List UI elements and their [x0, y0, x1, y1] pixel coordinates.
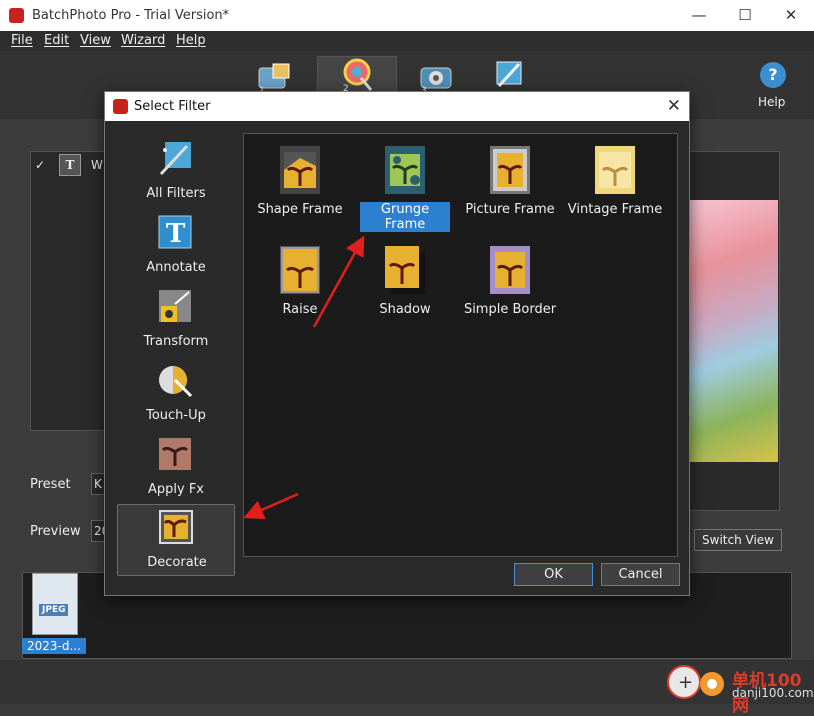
app-logo-icon [9, 8, 24, 23]
filter-grid: Shape Frame Grunge Frame Picture Frame V… [243, 133, 678, 557]
annotate-icon: T [158, 215, 192, 249]
filter-vintage-frame[interactable]: Vintage Frame [563, 140, 667, 228]
edit-photos-icon: 2 [343, 58, 373, 94]
category-annotate[interactable]: T Annotate [117, 210, 235, 282]
add-photos-icon: 1 [258, 63, 290, 96]
jpeg-badge: JPEG [39, 604, 69, 616]
category-label: All Filters [146, 186, 206, 201]
window-title: BatchPhoto Pro - Trial Version* [32, 8, 230, 23]
filter-grunge-frame[interactable]: Grunge Frame [353, 140, 457, 232]
shape-frame-icon [280, 146, 320, 194]
step-1-add-photos-button[interactable]: 1 [255, 60, 295, 96]
category-label: Annotate [146, 260, 206, 275]
filter-label: Raise [282, 302, 318, 317]
category-decorate[interactable]: Decorate [117, 504, 235, 576]
category-touch-up[interactable]: Touch-Up [117, 358, 235, 430]
filter-simple-border[interactable]: Simple Border [458, 240, 562, 328]
filter-checkbox[interactable]: ✓ [35, 158, 45, 172]
step-4-process-button[interactable] [491, 58, 531, 92]
menu-edit[interactable]: Edit [44, 33, 69, 48]
filter-list-item[interactable]: W [91, 158, 103, 172]
filter-shape-frame[interactable]: Shape Frame [248, 140, 352, 228]
category-transform[interactable]: Transform [117, 284, 235, 356]
picture-frame-icon [490, 146, 530, 194]
title-bar: BatchPhoto Pro - Trial Version* — ☐ ✕ [0, 0, 814, 31]
vintage-frame-icon [595, 146, 635, 194]
minimize-button[interactable]: — [676, 0, 722, 31]
touch-up-icon [159, 366, 193, 398]
raise-icon [280, 246, 320, 294]
photo-thumbnail-label[interactable]: 2023-d... [22, 638, 86, 654]
help-label[interactable]: Help [758, 95, 785, 109]
filter-picture-frame[interactable]: Picture Frame [458, 140, 562, 228]
ok-button[interactable]: OK [514, 563, 593, 586]
cancel-button[interactable]: Cancel [601, 563, 680, 586]
menu-wizard[interactable]: Wizard [121, 33, 165, 48]
step-3-setup-button[interactable]: 3 [417, 60, 457, 96]
dialog-close-icon[interactable]: ✕ [667, 96, 681, 116]
menu-view[interactable]: View [80, 33, 111, 48]
dialog-app-icon [113, 99, 128, 114]
close-button[interactable]: ✕ [768, 0, 814, 31]
category-apply-fx[interactable]: Apply Fx [117, 432, 235, 504]
svg-text:T: T [166, 219, 186, 249]
filter-label: Shadow [379, 302, 431, 317]
preset-label: Preset [30, 477, 71, 492]
filter-raise[interactable]: Raise [248, 240, 352, 328]
filter-label: Picture Frame [465, 202, 555, 217]
filter-label: Shape Frame [257, 202, 343, 217]
transform-icon [159, 290, 191, 322]
menu-help[interactable]: Help [176, 33, 206, 48]
category-label: Apply Fx [147, 482, 204, 497]
filter-label-selected: Grunge Frame [360, 202, 450, 232]
all-filters-icon [159, 142, 191, 176]
step-2-edit-photos-button[interactable]: 2 [337, 58, 377, 94]
category-all-filters[interactable]: All Filters [117, 136, 235, 208]
annotate-text-icon: T [59, 154, 81, 176]
menu-bar: File Edit View Wizard Help [0, 31, 814, 51]
category-label: Touch-Up [146, 408, 206, 423]
filter-label: Vintage Frame [567, 202, 663, 217]
preview-image [690, 200, 778, 462]
setup-icon: 3 [420, 67, 452, 96]
preview-label: Preview [30, 524, 81, 539]
help-icon[interactable]: ? [760, 62, 786, 88]
filter-shadow[interactable]: Shadow [353, 240, 457, 328]
process-icon [496, 61, 522, 88]
filter-label: Simple Border [463, 302, 557, 317]
menu-file[interactable]: File [11, 33, 33, 48]
category-label: Decorate [147, 555, 207, 570]
watermark-url: danji100.com [732, 686, 814, 700]
shadow-icon [385, 246, 425, 294]
dialog-title-bar: Select Filter ✕ [105, 92, 689, 121]
apply-fx-icon [159, 438, 191, 470]
photo-thumbnail[interactable]: JPEG [32, 573, 78, 635]
dialog-title: Select Filter [134, 99, 211, 114]
filter-list-panel: ✓ T W [30, 151, 110, 431]
maximize-button[interactable]: ☐ [722, 0, 768, 31]
switch-view-button[interactable]: Switch View [694, 529, 782, 551]
simple-border-icon [490, 246, 530, 294]
decorate-icon [159, 510, 193, 544]
select-filter-dialog: Select Filter ✕ All Filters T Annotate T… [104, 91, 690, 596]
category-label: Transform [143, 334, 209, 349]
grunge-frame-icon [385, 146, 425, 194]
svg-text:+: + [678, 672, 693, 693]
